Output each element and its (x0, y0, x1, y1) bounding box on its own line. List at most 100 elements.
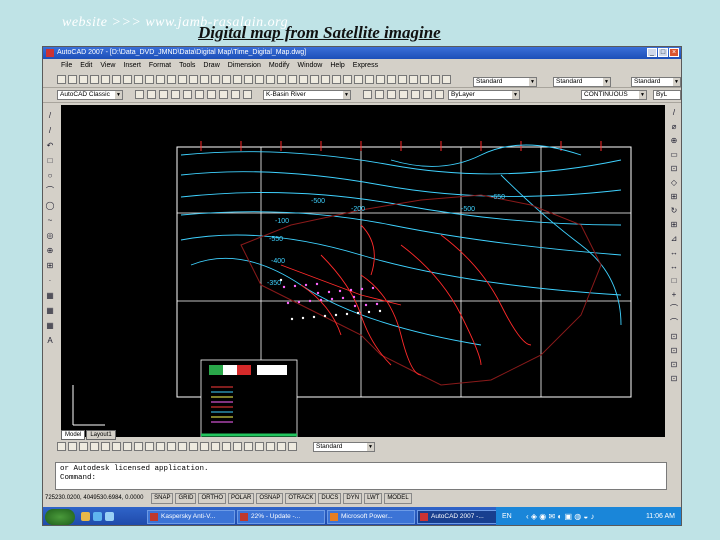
draw-tool-icon[interactable]: / (45, 125, 55, 136)
toolbar-tool-icon[interactable] (178, 75, 187, 84)
task-update[interactable]: 22% - Update -... (237, 510, 325, 524)
toolbar-tool-icon[interactable] (233, 75, 242, 84)
browser-icon[interactable] (93, 512, 102, 521)
folder-icon[interactable] (81, 512, 90, 521)
draw-tool-icon[interactable]: ⌒ (45, 185, 55, 196)
dimension-tool-icon[interactable] (178, 442, 187, 451)
layer-tool-icon[interactable] (423, 90, 432, 99)
layer-tool-icon[interactable] (219, 90, 228, 99)
menu-file[interactable]: File (61, 60, 72, 71)
toolbar-tool-icon[interactable] (222, 75, 231, 84)
clock[interactable]: 11:06 AM (646, 507, 675, 525)
toolbar-tool-icon[interactable] (57, 75, 66, 84)
toolbar-tool-icon[interactable] (68, 75, 77, 84)
menu-edit[interactable]: Edit (80, 60, 92, 71)
task-kaspersky[interactable]: Kaspersky Anti-V... (147, 510, 235, 524)
dimension-tool-icon[interactable] (200, 442, 209, 451)
minimize-icon[interactable]: _ (647, 48, 657, 57)
toolbar-tool-icon[interactable] (420, 75, 429, 84)
tab-model[interactable]: Model (61, 430, 86, 440)
modify-tool-icon[interactable]: ◇ (669, 177, 679, 188)
tab-layout1[interactable]: Layout1 (86, 430, 116, 440)
status-ducs-button[interactable]: DUCS (318, 493, 342, 504)
modify-tool-icon[interactable]: ⌒ (669, 303, 679, 314)
map-drawing[interactable]: -500 -100 -550 -400 -350 -200 -500 -650 (61, 105, 665, 437)
toolbar-tool-icon[interactable] (387, 75, 396, 84)
toolbar-tool-icon[interactable] (211, 75, 220, 84)
dimension-tool-icon[interactable] (101, 442, 110, 451)
modify-tool-icon[interactable]: ⊡ (669, 163, 679, 174)
modify-tool-icon[interactable]: / (669, 107, 679, 118)
toolbar-tool-icon[interactable] (266, 75, 275, 84)
draw-tool-icon[interactable]: □ (45, 155, 55, 166)
status-otrack-button[interactable]: OTRACK (285, 493, 317, 504)
draw-tool-icon[interactable]: ▦ (45, 290, 55, 301)
modify-tool-icon[interactable]: ↻ (669, 205, 679, 216)
toolbar-tool-icon[interactable] (321, 75, 330, 84)
workspace-select[interactable]: AutoCAD Classic ▼ (57, 90, 123, 100)
toolbar-tool-icon[interactable] (123, 75, 132, 84)
toolbar-tool-icon[interactable] (354, 75, 363, 84)
modify-tool-icon[interactable]: ⊡ (669, 331, 679, 342)
draw-tool-icon[interactable]: ↶ (45, 140, 55, 151)
layer-tool-icon[interactable] (387, 90, 396, 99)
dimbar-style-select[interactable]: Standard ▼ (313, 442, 375, 452)
status-snap-button[interactable]: SNAP (151, 493, 174, 504)
draw-tool-icon[interactable]: ○ (45, 170, 55, 181)
toolbar-tool-icon[interactable] (90, 75, 99, 84)
menu-dimension[interactable]: Dimension (228, 60, 261, 71)
command-prompt[interactable]: Command: (60, 474, 662, 483)
toolbar-tool-icon[interactable] (398, 75, 407, 84)
dim-style-select[interactable]: Standard ▼ (553, 77, 611, 87)
start-button[interactable] (45, 509, 75, 525)
toolbar-tool-icon[interactable] (376, 75, 385, 84)
toolbar-tool-icon[interactable] (332, 75, 341, 84)
modify-tool-icon[interactable]: + (669, 289, 679, 300)
modify-tool-icon[interactable]: ⊕ (669, 135, 679, 146)
status-polar-button[interactable]: POLAR (228, 493, 255, 504)
dimension-tool-icon[interactable] (68, 442, 77, 451)
lineweight-select[interactable]: ByL (653, 90, 681, 100)
dimension-tool-icon[interactable] (90, 442, 99, 451)
menu-format[interactable]: Format (149, 60, 171, 71)
layer-tool-icon[interactable] (411, 90, 420, 99)
toolbar-tool-icon[interactable] (310, 75, 319, 84)
draw-tool-icon[interactable]: ◯ (45, 200, 55, 211)
dimension-tool-icon[interactable] (156, 442, 165, 451)
close-icon[interactable]: × (669, 48, 679, 57)
toolbar-tool-icon[interactable] (134, 75, 143, 84)
layer-tool-icon[interactable] (183, 90, 192, 99)
toolbar-tool-icon[interactable] (156, 75, 165, 84)
layer-tool-icon[interactable] (435, 90, 444, 99)
dimension-tool-icon[interactable] (233, 442, 242, 451)
layer-select[interactable]: K-Basin River ▼ (263, 90, 351, 100)
command-window[interactable]: or Autodesk licensed application. Comman… (55, 462, 667, 490)
layer-tool-icon[interactable] (231, 90, 240, 99)
draw-tool-icon[interactable]: A (45, 335, 55, 346)
linetype-select[interactable]: CONTINUOUS ▼ (581, 90, 647, 100)
status-dyn-button[interactable]: DYN (343, 493, 363, 504)
toolbar-tool-icon[interactable] (442, 75, 451, 84)
modify-tool-icon[interactable]: ▭ (669, 149, 679, 160)
modify-tool-icon[interactable]: ⌒ (669, 317, 679, 328)
toolbar-tool-icon[interactable] (101, 75, 110, 84)
menu-window[interactable]: Window (297, 60, 322, 71)
draw-tool-icon[interactable]: · (45, 275, 55, 286)
toolbar-tool-icon[interactable] (299, 75, 308, 84)
dimension-tool-icon[interactable] (134, 442, 143, 451)
status-osnap-button[interactable]: OSNAP (256, 493, 284, 504)
draw-tool-icon[interactable]: ◎ (45, 230, 55, 241)
draw-tool-icon[interactable]: ~ (45, 215, 55, 226)
draw-tool-icon[interactable]: ⊞ (45, 260, 55, 271)
modify-tool-icon[interactable]: ⌀ (669, 121, 679, 132)
dimension-tool-icon[interactable] (211, 442, 220, 451)
dimension-tool-icon[interactable] (189, 442, 198, 451)
layer-tool-icon[interactable] (147, 90, 156, 99)
toolbar-tool-icon[interactable] (365, 75, 374, 84)
draw-tool-icon[interactable]: ▦ (45, 320, 55, 331)
toolbar-tool-icon[interactable] (189, 75, 198, 84)
task-autocad[interactable]: AutoCAD 2007 -... (417, 510, 505, 524)
status-grid-button[interactable]: GRID (175, 493, 197, 504)
menu-insert[interactable]: Insert (123, 60, 141, 71)
toolbar-tool-icon[interactable] (255, 75, 264, 84)
